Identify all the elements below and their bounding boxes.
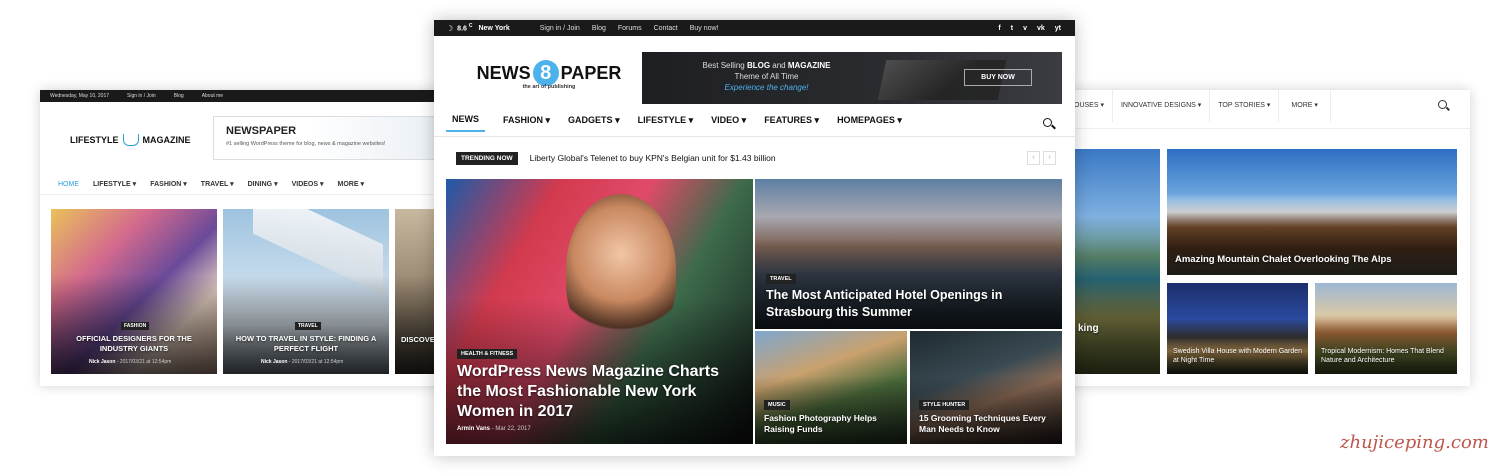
post-meta: Nick Jason - 2017/03/21 at 12:54pm xyxy=(261,359,344,365)
social-icons: f t v vk yt xyxy=(998,25,1061,32)
post-title[interactable]: Fashion Photography Helps Raising Funds xyxy=(764,413,904,435)
nav-innovative-designs[interactable]: INNOVATIVE DESIGNS xyxy=(1113,90,1211,122)
post-title[interactable]: The Most Anticipated Hotel Openings in S… xyxy=(766,287,1026,321)
left-main-nav: HOME LIFESTYLE FASHION TRAVEL DINING VID… xyxy=(58,180,364,189)
about-link[interactable]: About me xyxy=(202,93,223,99)
right-post-villa[interactable]: Swedish Villa House with Modern Garden a… xyxy=(1167,283,1308,374)
post-title[interactable]: Swedish Villa House with Modern Garden a… xyxy=(1173,347,1303,365)
divider xyxy=(40,194,450,195)
vk-icon[interactable]: vk xyxy=(1037,25,1045,32)
nav-features[interactable]: FEATURES xyxy=(764,115,819,130)
post-category[interactable]: FASHION xyxy=(121,322,150,330)
strasbourg-post[interactable]: TRAVEL The Most Anticipated Hotel Openin… xyxy=(755,179,1062,329)
next-arrow-icon[interactable]: › xyxy=(1043,151,1056,165)
nav-travel[interactable]: TRAVEL xyxy=(201,180,234,188)
banner-text: Best Selling BLOG and MAGAZINE Theme of … xyxy=(702,61,831,92)
post-title-partial[interactable]: king xyxy=(1078,323,1099,334)
signin-link[interactable]: Sign in / Join xyxy=(540,25,580,32)
left-post-2[interactable]: TRAVEL HOW TO TRAVEL IN STYLE: FINDING A… xyxy=(223,209,389,374)
nav-video[interactable]: VIDEO xyxy=(711,115,746,130)
house-demo-card: OUSES INNOVATIVE DESIGNS TOP STORIES MOR… xyxy=(1050,90,1470,386)
prev-arrow-icon[interactable]: ‹ xyxy=(1027,151,1040,165)
cup-icon xyxy=(122,134,139,146)
nav-fashion[interactable]: FASHION xyxy=(503,115,550,130)
left-ad-banner[interactable]: NEWSPAPER #1 selling WordPress theme for… xyxy=(213,116,450,160)
watermark: zhujiceping.com xyxy=(1340,432,1489,453)
banner-buy-button[interactable]: BUY NOW xyxy=(964,69,1032,86)
trending-headline[interactable]: Liberty Global's Telenet to buy KPN's Be… xyxy=(530,153,776,163)
center-topbar: ☽ 8.6 C New York Sign in / Join Blog For… xyxy=(434,20,1075,36)
post-title[interactable]: WordPress News Magazine Charts the Most … xyxy=(457,362,727,422)
trending-bar: TRENDING NOW Liberty Global's Telenet to… xyxy=(456,150,1056,166)
post-title[interactable]: DISCOVE xyxy=(401,335,435,344)
right-nav: OUSES INNOVATIVE DESIGNS TOP STORIES MOR… xyxy=(1050,90,1331,122)
nav-home[interactable]: HOME xyxy=(58,181,79,188)
nav-fashion[interactable]: FASHION xyxy=(150,180,187,188)
nav-more[interactable]: MORE xyxy=(1279,90,1331,122)
post-title[interactable]: HOW TO TRAVEL IN STYLE: FINDING A PERFEC… xyxy=(231,334,381,354)
ad-subtitle: #1 selling WordPress theme for blog, new… xyxy=(226,141,386,147)
facebook-icon[interactable]: f xyxy=(998,25,1000,32)
logo-tagline: the art of publishing xyxy=(522,84,576,90)
left-topbar: Wednesday, May 10, 2017 Sign in / Join B… xyxy=(40,90,450,102)
nav-top-stories[interactable]: TOP STORIES xyxy=(1210,90,1280,122)
vimeo-icon[interactable]: v xyxy=(1023,25,1027,32)
ad-title: NEWSPAPER xyxy=(226,125,297,137)
post-title[interactable]: OFFICIAL DESIGNERS FOR THE INDUSTRY GIAN… xyxy=(61,334,207,354)
nav-lifestyle[interactable]: LIFESTYLE xyxy=(93,180,136,188)
hero-post[interactable]: HEALTH & FITNESS WordPress News Magazine… xyxy=(446,179,753,444)
right-post-tropical[interactable]: Tropical Modernism: Homes That Blend Nat… xyxy=(1315,283,1457,374)
newspaper-logo[interactable]: NEWS 8 PAPER the art of publishing xyxy=(469,60,629,100)
buy-now-link[interactable]: Buy now! xyxy=(690,25,719,32)
header-ad-banner[interactable]: Best Selling BLOG and MAGAZINE Theme of … xyxy=(642,52,1062,104)
post-category[interactable]: TRAVEL xyxy=(295,322,321,330)
left-logo[interactable]: LIFESTYLE MAGAZINE xyxy=(70,134,191,146)
nav-videos[interactable]: VIDEOS xyxy=(292,180,324,188)
center-main-nav: NEWS FASHION GADGETS LIFESTYLE VIDEO FEA… xyxy=(446,112,902,132)
music-post[interactable]: MUSIC Fashion Photography Helps Raising … xyxy=(755,331,907,444)
post-category[interactable]: MUSIC xyxy=(764,400,790,410)
weather: 8.6 C xyxy=(457,23,473,33)
forums-link[interactable]: Forums xyxy=(618,25,642,32)
left-post-1[interactable]: FASHION OFFICIAL DESIGNERS FOR THE INDUS… xyxy=(51,209,217,374)
twitter-icon[interactable]: t xyxy=(1011,25,1013,32)
divider xyxy=(1050,128,1470,129)
nav-more[interactable]: MORE xyxy=(338,180,364,188)
trending-label: TRENDING NOW xyxy=(456,151,518,165)
post-category[interactable]: STYLE HUNTER xyxy=(919,400,970,410)
post-title[interactable]: Tropical Modernism: Homes That Blend Nat… xyxy=(1321,347,1453,365)
contact-link[interactable]: Contact xyxy=(654,25,678,32)
nav-homepages[interactable]: HOMEPAGES xyxy=(837,115,902,130)
logo-number-badge: 8 xyxy=(532,60,559,86)
date: Wednesday, May 10, 2017 xyxy=(50,93,110,99)
style-hunter-post[interactable]: STYLE HUNTER 15 Grooming Techniques Ever… xyxy=(910,331,1062,444)
nav-dining[interactable]: DINING xyxy=(248,180,278,188)
nav-gadgets[interactable]: GADGETS xyxy=(568,115,620,130)
post-category[interactable]: TRAVEL xyxy=(766,274,796,284)
youtube-icon[interactable]: yt xyxy=(1055,25,1061,32)
newspaper-demo-card: ☽ 8.6 C New York Sign in / Join Blog For… xyxy=(434,20,1075,456)
lifestyle-demo-card: Wednesday, May 10, 2017 Sign in / Join B… xyxy=(40,90,450,386)
post-category[interactable]: HEALTH & FITNESS xyxy=(457,349,518,359)
right-post-chalet[interactable]: Amazing Mountain Chalet Overlooking The … xyxy=(1167,149,1457,275)
post-title[interactable]: 15 Grooming Techniques Every Man Needs t… xyxy=(919,413,1059,435)
blog-link[interactable]: Blog xyxy=(174,93,184,99)
weather-city: New York xyxy=(478,24,510,32)
nav-news[interactable]: NEWS xyxy=(446,112,485,132)
signin-link[interactable]: Sign in / Join xyxy=(127,93,156,99)
post-meta: Nick Jason - 2017/03/21 at 12:54pm xyxy=(89,359,172,365)
divider xyxy=(434,136,1075,137)
post-title[interactable]: Amazing Mountain Chalet Overlooking The … xyxy=(1175,254,1392,265)
right-post-lake[interactable]: king xyxy=(1074,149,1160,374)
nav-lifestyle[interactable]: LIFESTYLE xyxy=(638,115,694,130)
moon-icon: ☽ xyxy=(446,23,454,33)
blog-link[interactable]: Blog xyxy=(592,25,606,32)
post-meta: Armin Vans - Mar 22, 2017 xyxy=(457,426,531,432)
